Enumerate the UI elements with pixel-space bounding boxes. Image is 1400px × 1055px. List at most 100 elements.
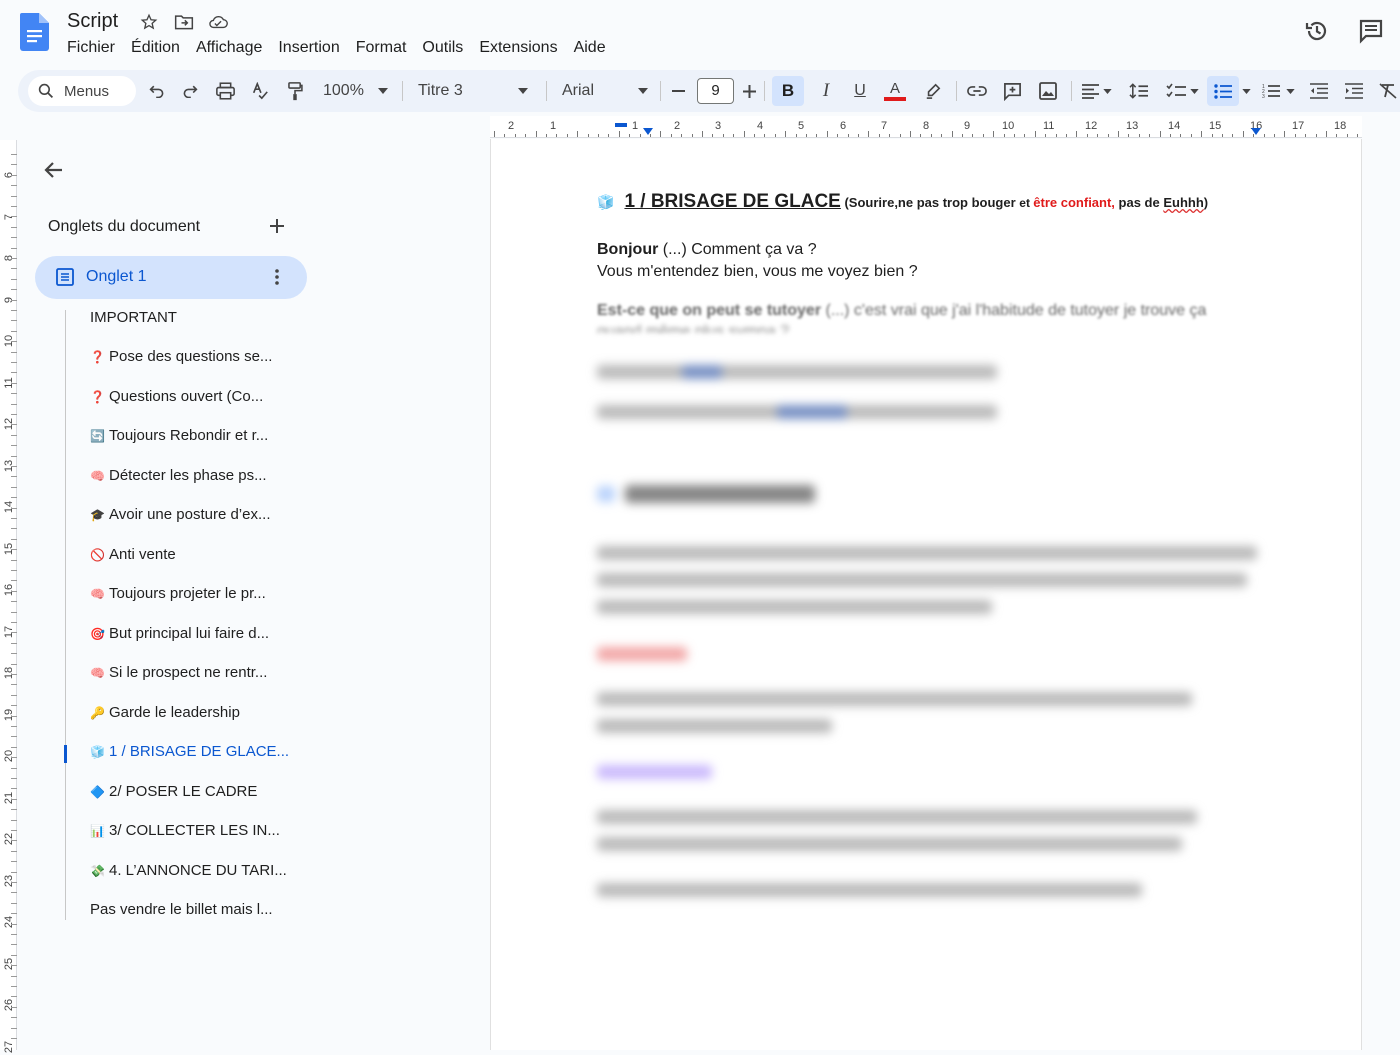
outline-item[interactable]: 🧠 Si le prospect ne rentr... xyxy=(90,664,267,681)
menu-insertion[interactable]: Insertion xyxy=(270,38,347,60)
print-icon[interactable] xyxy=(214,79,236,103)
question-mark-icon: ❓ xyxy=(90,350,105,364)
brain-icon: 🧠 xyxy=(90,469,105,483)
ruler-tick xyxy=(1346,134,1348,137)
menu-fichier[interactable]: Fichier xyxy=(59,38,123,60)
ruler-tick xyxy=(11,840,17,842)
outline-item[interactable]: Pas vendre le billet mais l... xyxy=(90,901,273,918)
blurred-link xyxy=(777,405,847,419)
horizontal-ruler[interactable]: 2 1 1 2 3 4 5 6 7 8 9 10 11 12 13 14 15 … xyxy=(490,116,1362,138)
blurred-line xyxy=(597,365,997,379)
outline-item[interactable]: 🚫 Anti vente xyxy=(90,546,176,563)
bulleted-list-chevron-down-icon[interactable] xyxy=(1240,79,1252,103)
outline-item[interactable]: 🧠 Détecter les phase ps... xyxy=(90,467,267,484)
paint-format-icon[interactable] xyxy=(284,79,306,103)
insert-link-icon[interactable] xyxy=(965,79,989,103)
increase-indent-icon[interactable] xyxy=(1343,79,1365,103)
underline-button[interactable]: U xyxy=(849,79,871,103)
decrease-indent-icon[interactable] xyxy=(1308,79,1330,103)
ruler-tick xyxy=(11,518,17,519)
chevron-down-icon xyxy=(638,88,649,94)
outline-item[interactable]: 🎯 But principal lui faire d... xyxy=(90,625,269,642)
checklist-select[interactable] xyxy=(1162,79,1202,103)
menu-extensions[interactable]: Extensions xyxy=(471,38,565,60)
ruler-tick xyxy=(1315,134,1317,137)
outline-item[interactable]: 🔷 2/ POSER LE CADRE xyxy=(90,783,257,800)
font-family-select[interactable]: Arial xyxy=(562,79,649,103)
line-spacing-icon[interactable] xyxy=(1126,79,1150,103)
document-title[interactable]: Script xyxy=(67,10,118,33)
ruler-number: 21 xyxy=(3,791,15,804)
redo-icon[interactable] xyxy=(179,79,201,103)
outline-item[interactable]: 🔑 Garde le leadership xyxy=(90,704,240,721)
ruler-tick xyxy=(868,131,870,137)
menu-format[interactable]: Format xyxy=(348,38,415,60)
version-history-icon[interactable] xyxy=(1303,17,1331,45)
add-tab-icon[interactable] xyxy=(267,216,287,236)
first-line-indent-marker[interactable] xyxy=(615,123,627,127)
ruler-tick xyxy=(11,653,17,655)
increase-font-size-icon[interactable] xyxy=(741,79,757,103)
document-page[interactable]: 🧊 1 / BRISAGE DE GLACE (Sourire,ne pas tr… xyxy=(490,139,1362,1050)
bold-button[interactable]: B xyxy=(772,76,804,106)
star-icon[interactable] xyxy=(139,12,159,32)
ruler-tick xyxy=(754,134,755,137)
toolbar-divider xyxy=(660,81,661,101)
ruler-tick xyxy=(11,1006,17,1008)
vertical-ruler[interactable]: 6 7 8 9 10 11 12 13 14 15 16 17 18 19 20 21 22 23 24 25 26 27 xyxy=(0,140,17,1053)
zoom-select[interactable]: 100% xyxy=(323,79,388,103)
bulleted-list-button[interactable] xyxy=(1207,76,1239,106)
tutoyer-rest: (...) c'est vrai que j'ai l'habitude de … xyxy=(821,302,1207,319)
ruler-number: 18 xyxy=(3,666,15,680)
paragraph-style-select[interactable]: Titre 3 xyxy=(418,79,528,103)
text-color-button[interactable]: A xyxy=(883,79,907,103)
ruler-tick xyxy=(11,923,17,925)
font-size-input[interactable]: 9 xyxy=(697,78,734,104)
cloud-saved-icon[interactable] xyxy=(208,12,228,32)
italic-button[interactable]: I xyxy=(815,79,837,103)
outline-item-active[interactable]: 🧊 1 / BRISAGE DE GLACE... xyxy=(90,743,289,760)
left-indent-marker-icon[interactable] xyxy=(643,128,653,135)
ice-cube-icon: 🧊 xyxy=(90,745,105,759)
tabs-panel-heading: Onglets du document xyxy=(48,218,201,235)
menu-edition[interactable]: Édition xyxy=(123,38,188,60)
tab-label: Onglet 1 xyxy=(86,268,147,285)
ruler-tick xyxy=(11,497,17,499)
outline-item[interactable]: 🎓 Avoir une posture d’ex... xyxy=(90,506,270,523)
ruler-tick xyxy=(11,486,17,488)
decrease-font-size-icon[interactable] xyxy=(670,79,686,103)
menu-aide[interactable]: Aide xyxy=(566,38,614,60)
paragraph-tutoyer: Est-ce que on peut se tutoyer (...) c'es… xyxy=(597,302,1206,320)
outline-item[interactable]: ❓ Questions ouvert (Co... xyxy=(90,388,263,405)
text-color-swatch xyxy=(884,97,906,101)
menus-search[interactable]: Menus xyxy=(28,76,136,106)
outline-item[interactable]: 📊 3/ COLLECTER LES IN... xyxy=(90,822,280,839)
numbered-list-select[interactable]: 123 xyxy=(1258,79,1298,103)
highlight-pen-icon[interactable] xyxy=(922,79,944,103)
spellcheck-icon[interactable] xyxy=(249,79,271,103)
undo-icon[interactable] xyxy=(146,79,168,103)
add-comment-icon[interactable] xyxy=(1000,79,1024,103)
more-options-icon[interactable] xyxy=(267,267,287,287)
ruler-tick xyxy=(11,965,17,967)
outline-item[interactable]: 🧠 Toujours projeter le pr... xyxy=(90,585,266,602)
align-select[interactable] xyxy=(1079,79,1115,103)
comments-icon[interactable] xyxy=(1357,17,1385,45)
ruler-tick xyxy=(11,861,17,863)
ruler-tick xyxy=(639,134,641,137)
outline-item-important[interactable]: IMPORTANT xyxy=(90,309,177,326)
google-docs-logo-icon[interactable] xyxy=(20,13,49,51)
ruler-tick xyxy=(1055,134,1057,137)
outline-item[interactable]: 💸 4. L’ANNONCE DU TARI... xyxy=(90,862,287,879)
menu-outils[interactable]: Outils xyxy=(414,38,471,60)
outline-item[interactable]: ❓ Pose des questions se... xyxy=(90,348,272,365)
move-to-folder-icon[interactable] xyxy=(174,12,194,32)
ruler-tick xyxy=(11,455,17,457)
back-arrow-icon[interactable] xyxy=(42,158,66,182)
ruler-tick xyxy=(11,580,17,582)
clear-formatting-icon[interactable] xyxy=(1377,79,1399,103)
tab-onglet-1[interactable]: Onglet 1 xyxy=(35,256,307,299)
outline-item[interactable]: 🔄 Toujours Rebondir et r... xyxy=(90,427,268,444)
insert-image-icon[interactable] xyxy=(1036,79,1060,103)
menu-affichage[interactable]: Affichage xyxy=(188,38,270,60)
